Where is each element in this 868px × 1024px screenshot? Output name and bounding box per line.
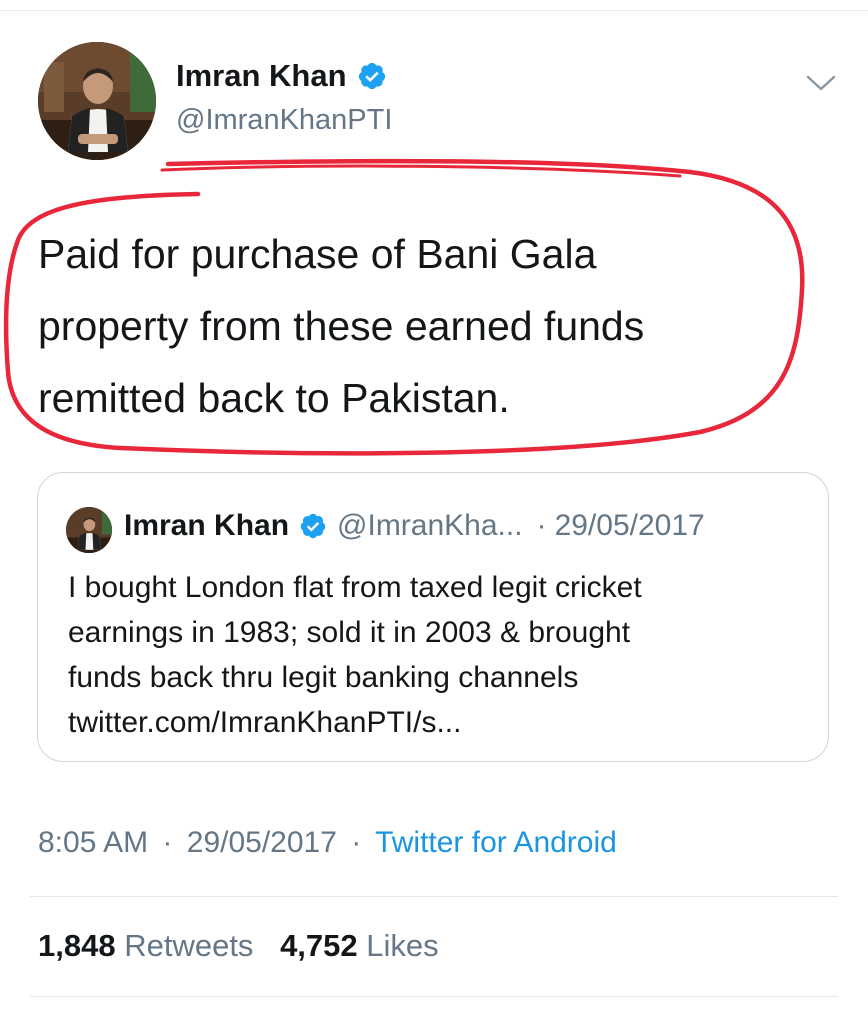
quoted-tweet-header: Imran Khan @ImranKha... · 29/05/2017: [124, 509, 705, 543]
tweet-source-link[interactable]: Twitter for Android: [375, 826, 617, 859]
retweets-stat[interactable]: 1,848 Retweets: [38, 928, 262, 963]
divider: [30, 896, 838, 897]
author-name[interactable]: Imran Khan: [176, 58, 347, 94]
separator-dot: ·: [162, 826, 173, 859]
tweet-meta: 8:05 AM · 29/05/2017 · Twitter for Andro…: [38, 826, 617, 860]
tweet-text-line: Paid for purchase of Bani Gala: [38, 231, 597, 277]
likes-label: Likes: [366, 928, 439, 963]
retweets-label: Retweets: [124, 928, 254, 963]
profile-photo-icon: [66, 507, 112, 553]
author-handle[interactable]: @ImranKhanPTI: [176, 104, 392, 137]
tweet-text-line: property from these earned funds: [38, 303, 645, 349]
verified-badge-icon: [358, 62, 385, 90]
separator-dot: ·: [351, 826, 362, 859]
verified-badge-icon: [300, 513, 326, 539]
tweet-date: 29/05/2017: [186, 826, 337, 859]
quoted-author-name: Imran Khan: [124, 509, 290, 542]
tweet-text-line: remitted back to Pakistan.: [38, 375, 510, 421]
divider: [30, 996, 838, 997]
quoted-tweet-text: I bought London flat from taxed legit cr…: [68, 565, 808, 745]
author-avatar[interactable]: [38, 42, 156, 160]
quoted-text-line: I bought London flat from taxed legit cr…: [68, 571, 642, 604]
quoted-text-line: funds back thru legit banking channels: [68, 661, 579, 694]
chevron-down-icon[interactable]: [804, 72, 838, 94]
separator-dot: ·: [536, 509, 547, 542]
quoted-tweet-date: 29/05/2017: [554, 509, 705, 542]
quoted-tweet-card[interactable]: Imran Khan @ImranKha... · 29/05/2017 I b…: [37, 472, 829, 762]
profile-photo-icon: [38, 42, 156, 160]
likes-count: 4,752: [280, 928, 358, 963]
quoted-text-link[interactable]: twitter.com/ImranKhanPTI/s...: [68, 700, 808, 745]
quoted-text-line: earnings in 1983; sold it in 2003 & brou…: [68, 616, 631, 649]
author-name-row[interactable]: Imran Khan: [176, 58, 387, 94]
tweet-stats: 1,848 Retweets 4,752 Likes: [38, 928, 457, 964]
top-divider: [0, 10, 868, 11]
retweets-count: 1,848: [38, 928, 116, 963]
likes-stat[interactable]: 4,752 Likes: [280, 928, 439, 963]
tweet-text: Paid for purchase of Bani Gala property …: [38, 218, 778, 434]
tweet-time: 8:05 AM: [38, 826, 149, 859]
quoted-author-avatar: [66, 507, 112, 553]
quoted-author-handle: @ImranKha...: [337, 509, 523, 542]
